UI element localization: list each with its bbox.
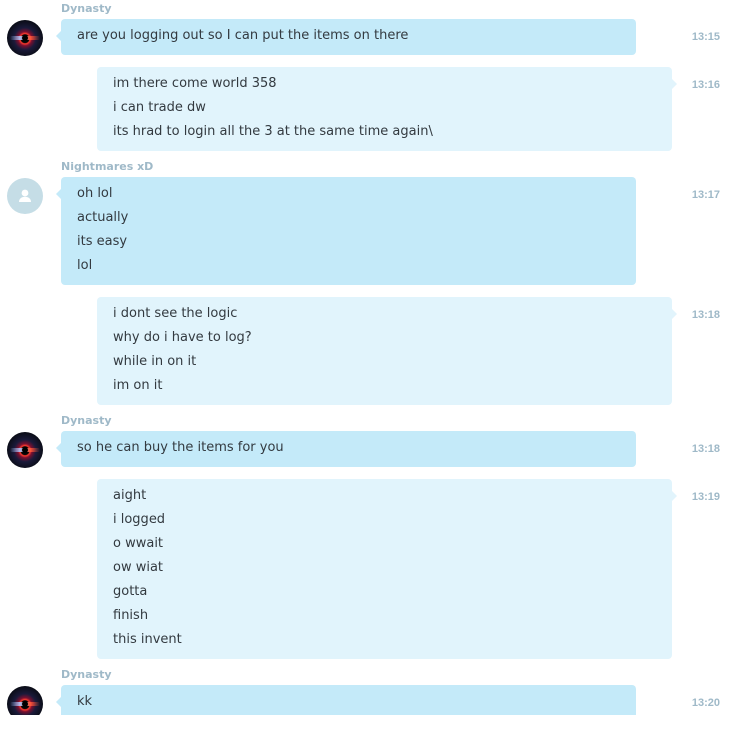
message-text: aight xyxy=(113,488,147,503)
outgoing-message-bubble[interactable]: im there come world 358 i can trade dw its… xyxy=(97,67,677,151)
message-text: finish xyxy=(113,608,149,623)
message-text: actually xyxy=(77,210,129,225)
message-timestamp: 13:15 xyxy=(691,31,720,43)
default-avatar-icon[interactable] xyxy=(7,178,43,214)
message-text: oh lol xyxy=(77,186,113,201)
sender-name: Dynasty xyxy=(61,414,112,427)
message-timestamp: 13:16 xyxy=(691,79,720,91)
message-text: o wwait xyxy=(113,536,164,551)
chat-history: Dynasty are you logging out so I can put … xyxy=(0,0,751,715)
sender-name: Dynasty xyxy=(61,668,112,681)
incoming-message-bubble[interactable]: so he can buy the items for you xyxy=(56,431,636,467)
message-text: i logged xyxy=(113,512,166,527)
message-text: kk xyxy=(77,694,93,709)
message-text: its easy xyxy=(77,234,128,249)
message-timestamp: 13:17 xyxy=(691,189,720,201)
message-text: gotta xyxy=(113,584,148,599)
outgoing-message-bubble[interactable]: aight i logged o wwait ow wiat gotta finish th… xyxy=(97,479,677,659)
incoming-message-bubble[interactable]: are you logging out so I can put the ite… xyxy=(56,19,636,55)
sender-name: Nightmares xD xyxy=(61,160,154,173)
message-text: while in on it xyxy=(113,354,197,369)
sender-name: Dynasty xyxy=(61,2,112,15)
incoming-message-bubble[interactable]: oh lol actually its easy lol xyxy=(56,177,636,285)
message-timestamp: 13:19 xyxy=(691,491,720,503)
avatar[interactable] xyxy=(7,20,43,56)
message-text: lol xyxy=(77,258,93,273)
avatar[interactable] xyxy=(7,686,43,715)
outgoing-message-bubble[interactable]: i dont see the logic why do i have to log… xyxy=(97,297,677,405)
message-text: i dont see the logic xyxy=(113,306,238,321)
message-text: why do i have to log? xyxy=(113,330,252,345)
message-text: are you logging out so I can put the ite… xyxy=(77,28,409,43)
message-timestamp: 13:18 xyxy=(691,309,720,321)
incoming-message-bubble[interactable]: kk xyxy=(56,685,636,715)
message-text: im on it xyxy=(113,378,163,393)
message-timestamp: 13:18 xyxy=(691,443,720,455)
message-text: i can trade dw xyxy=(113,100,206,115)
message-text: so he can buy the items for you xyxy=(77,440,284,455)
message-text: im there come world 358 xyxy=(113,76,277,91)
message-text: its hrad to login all the 3 at the same … xyxy=(113,124,433,139)
avatar[interactable] xyxy=(7,432,43,468)
message-timestamp: 13:20 xyxy=(691,697,720,709)
message-text: ow wiat xyxy=(113,560,164,575)
message-text: this invent xyxy=(113,632,182,647)
